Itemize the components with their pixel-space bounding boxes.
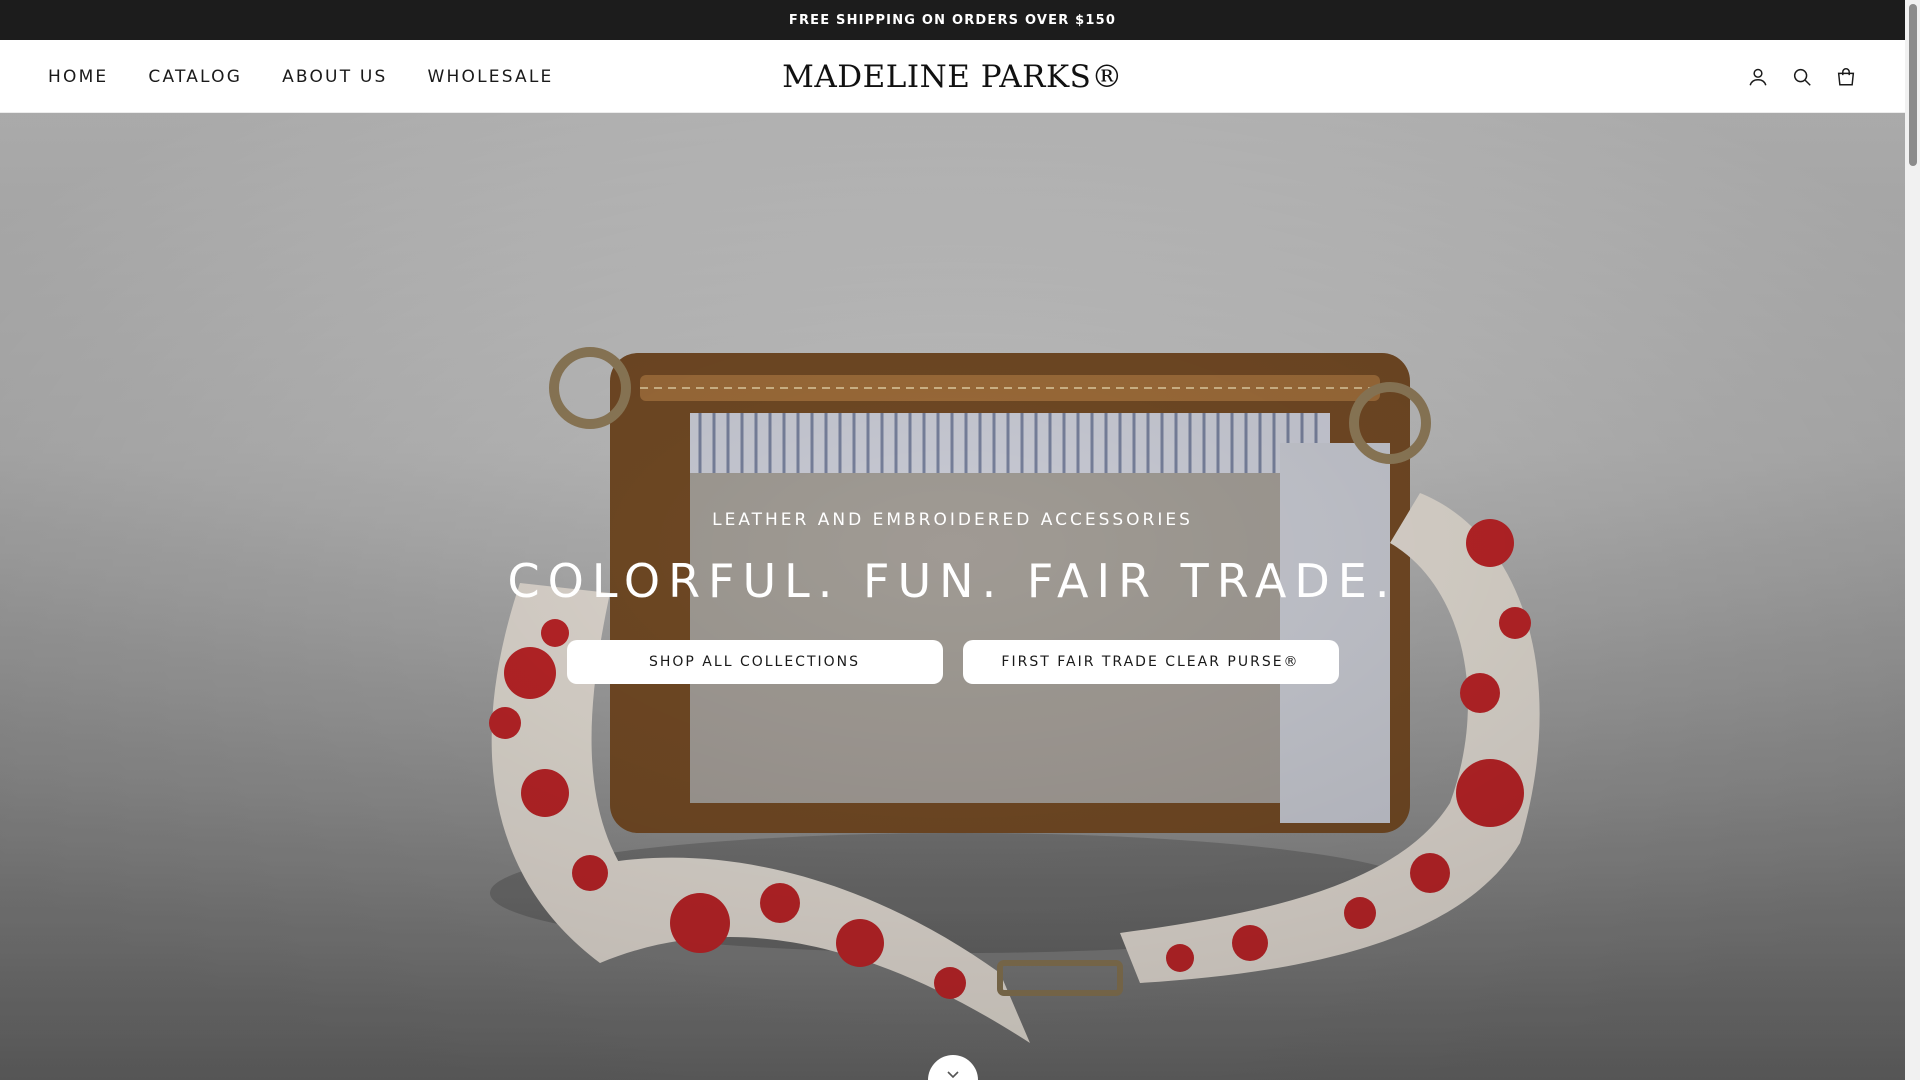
scrollbar-thumb[interactable] — [1909, 4, 1917, 166]
hero-title: COLORFUL. FUN. FAIR TRADE. — [507, 554, 1398, 608]
hero-content: LEATHER AND EMBROIDERED ACCESSORIES COLO… — [0, 510, 1905, 684]
hero-buttons: SHOP ALL COLLECTIONS FIRST FAIR TRADE CL… — [0, 640, 1905, 684]
clear-purse-button[interactable]: FIRST FAIR TRADE CLEAR PURSE® — [962, 640, 1339, 684]
announcement-bar: FREE SHIPPING ON ORDERS OVER $150 — [0, 0, 1905, 40]
hero-subtitle: LEATHER AND EMBROIDERED ACCESSORIES — [712, 510, 1193, 530]
nav-link-home[interactable]: HOME — [48, 67, 108, 87]
search-icon[interactable] — [1789, 64, 1815, 90]
header-icons — [1745, 40, 1859, 113]
page-scrollbar[interactable] — [1905, 0, 1920, 1080]
hero-section: LEATHER AND EMBROIDERED ACCESSORIES COLO… — [0, 113, 1905, 1080]
chevron-down-icon — [947, 1071, 959, 1079]
site-header: HOME CATALOG ABOUT US WHOLESALE MADELINE… — [0, 40, 1905, 113]
site-logo[interactable]: MADELINE PARKS® — [782, 40, 1123, 113]
nav-link-catalog[interactable]: CATALOG — [148, 67, 242, 87]
account-icon[interactable] — [1745, 64, 1771, 90]
cart-icon[interactable] — [1833, 64, 1859, 90]
announcement-text: FREE SHIPPING ON ORDERS OVER $150 — [788, 12, 1117, 28]
main-nav: HOME CATALOG ABOUT US WHOLESALE — [48, 40, 593, 113]
nav-link-about-us[interactable]: ABOUT US — [282, 67, 387, 87]
nav-link-wholesale[interactable]: WHOLESALE — [428, 67, 554, 87]
shop-all-collections-button[interactable]: SHOP ALL COLLECTIONS — [566, 640, 943, 684]
